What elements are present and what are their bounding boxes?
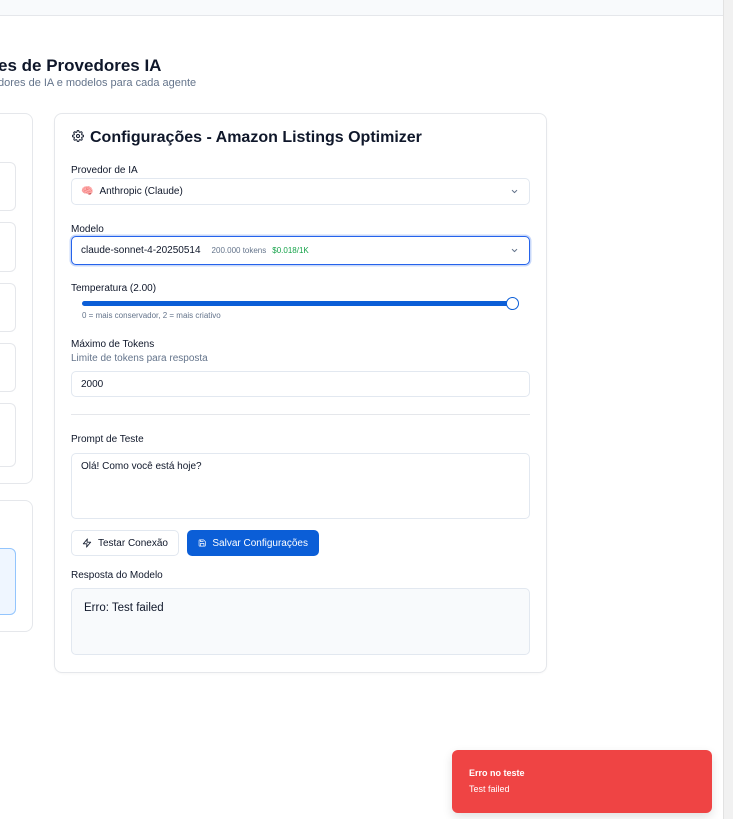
- brain-icon: 🧠: [81, 186, 94, 197]
- max-tokens-input[interactable]: 2000: [71, 371, 530, 397]
- chevron-down-icon: [511, 248, 518, 253]
- provider-label: Provedor de IA: [71, 165, 138, 176]
- scrollbar[interactable]: [723, 0, 733, 819]
- page-title: es de Provedores IA: [0, 56, 162, 75]
- provider-select[interactable]: 🧠 Anthropic (Claude): [71, 178, 530, 205]
- page-subtitle: dores de IA e modelos para cada agente: [0, 77, 197, 89]
- model-tokens: 200.000 tokens: [211, 246, 267, 255]
- agent-list-item[interactable]: [0, 343, 16, 392]
- temperature-label: Temperatura (2.00): [71, 283, 157, 294]
- response-label: Resposta do Modelo: [71, 570, 163, 581]
- temperature-slider-thumb[interactable]: [506, 297, 519, 310]
- agent-list-item[interactable]: [0, 162, 16, 211]
- provider-value: Anthropic (Claude): [99, 186, 183, 197]
- model-price: $0.018/1K: [272, 246, 309, 255]
- test-connection-label: Testar Conexão: [97, 537, 168, 549]
- temperature-slider-track[interactable]: [82, 301, 513, 306]
- prompt-label: Prompt de Teste: [71, 434, 144, 445]
- agent-list-item[interactable]: [0, 403, 16, 467]
- model-select[interactable]: claude-sonnet-4-20250514 200.000 tokens …: [71, 236, 530, 265]
- agent-list-item[interactable]: [0, 222, 16, 272]
- model-response: Erro: Test failed: [71, 588, 530, 655]
- gear-icon: [72, 129, 84, 147]
- config-card-title: Configurações - Amazon Listings Optimize…: [72, 129, 422, 147]
- agent-list-item[interactable]: [0, 283, 16, 332]
- model-label: Modelo: [71, 224, 104, 235]
- max-tokens-label: Máximo de Tokens: [71, 339, 155, 350]
- divider: [71, 414, 530, 415]
- toast-title: Erro no teste: [469, 768, 525, 778]
- prompt-textarea[interactable]: Olá! Como você está hoje?: [71, 453, 530, 519]
- lightning-icon: [82, 538, 92, 548]
- model-value: claude-sonnet-4-20250514: [81, 245, 201, 256]
- temperature-hint: 0 = mais conservador, 2 = mais criativo: [82, 311, 221, 320]
- max-tokens-hint: Limite de tokens para resposta: [71, 353, 208, 364]
- top-bar: [0, 0, 723, 16]
- error-toast[interactable]: Erro no teste Test failed: [452, 750, 712, 813]
- toast-message: Test failed: [469, 784, 510, 794]
- save-settings-button[interactable]: Salvar Configurações: [187, 530, 319, 556]
- config-title-text: Configurações - Amazon Listings Optimize…: [90, 129, 422, 146]
- chevron-down-icon: [511, 189, 518, 194]
- save-settings-label: Salvar Configurações: [212, 537, 308, 549]
- selected-agent-item[interactable]: [0, 548, 16, 615]
- save-icon: [198, 539, 206, 547]
- test-connection-button[interactable]: Testar Conexão: [71, 530, 179, 556]
